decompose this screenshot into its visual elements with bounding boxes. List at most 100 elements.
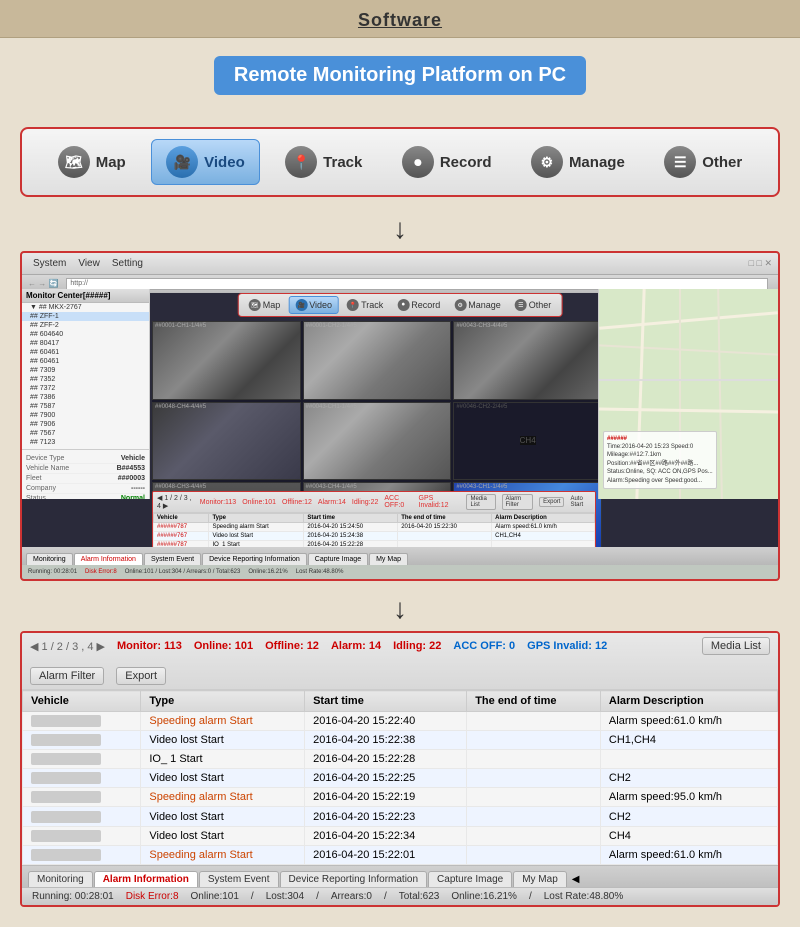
alarm-table-row: ████████████Video lost Start2016-04-20 1… (23, 731, 778, 750)
device-item[interactable]: ## 80417 (22, 339, 149, 348)
alarm-table: Vehicle Type Start time The end of time … (22, 690, 778, 865)
mini-btn-other[interactable]: ☰ Other (509, 296, 558, 314)
status-running: Running: 00:28:01 (32, 891, 114, 902)
alarm-table-row: ████████████Video lost Start2016-04-20 1… (23, 826, 778, 845)
toolbar-btn-manage[interactable]: ⚙ Manage (517, 140, 639, 184)
menu-system[interactable]: System (28, 257, 71, 270)
map-panel: ###### Time:2016-04-20 15:23 Speed:0 Mil… (598, 289, 778, 499)
alarm-table-wrapper: Vehicle Type Start time The end of time … (22, 690, 778, 865)
export-button[interactable]: Export (116, 667, 166, 685)
device-item[interactable]: ## 7352 (22, 375, 149, 384)
tab-alarm-info[interactable]: Alarm Information (74, 553, 143, 565)
video-cell-6[interactable]: CH4 ##0046-CH2-2/4#5 (453, 402, 602, 481)
alarm-end-cell (467, 807, 601, 826)
video-cell-2[interactable]: ##0001-CH2-1/4#5 (303, 321, 452, 400)
software-title[interactable]: Software (358, 10, 442, 30)
device-item[interactable]: ## ZFF-1 (22, 312, 149, 321)
alarm-vehicle-cell: ████████████ (23, 788, 141, 807)
alarm-end-cell (467, 826, 601, 845)
video-cell-1[interactable]: ##0001-CH1-1/4#5 (152, 321, 301, 400)
alarm-vehicle-cell: ████████████ (23, 769, 141, 788)
mini-manage-icon: ⚙ (454, 299, 466, 311)
video-cell-3[interactable]: ##0043-CH3-4/4#5 (453, 321, 602, 400)
stat-alarm: Alarm: 14 (331, 640, 381, 652)
mini-video-icon: 🎥 (295, 299, 307, 311)
col-end: The end of time (467, 691, 601, 712)
toolbar-label-map: Map (96, 154, 126, 171)
status-lost-val: Lost:304 (266, 891, 304, 902)
alarm-table-row: ████████████Speeding alarm Start2016-04-… (23, 788, 778, 807)
tab-monitoring-large[interactable]: Monitoring (28, 871, 93, 887)
tab-my-map[interactable]: My Map (369, 553, 408, 565)
mini-map-icon: 🗺 (249, 299, 261, 311)
alarm-type-cell: Video lost Start (141, 826, 305, 845)
toolbar-btn-track[interactable]: 📍 Track (271, 140, 376, 184)
tab-device-reporting[interactable]: Device Reporting Information (202, 553, 307, 565)
mini-btn-map[interactable]: 🗺 Map (243, 296, 287, 314)
alarm-end-cell (467, 712, 601, 731)
toolbar-btn-video[interactable]: 🎥 Video (151, 139, 260, 185)
tab-system-event[interactable]: System Event (144, 553, 201, 565)
video-cell-4[interactable]: ##0048-CH4-4/4#5 (152, 402, 301, 481)
tab-system-event-large[interactable]: System Event (199, 871, 279, 887)
video-thumb-2 (304, 322, 451, 399)
mini-btn-record[interactable]: ⏺ Record (391, 296, 446, 314)
content-area: Remote Monitoring Platform on PC 🗺 Map 🎥… (0, 38, 800, 927)
device-item[interactable]: ## ZFF-2 (22, 321, 149, 330)
subtitle-box: Remote Monitoring Platform on PC (214, 56, 586, 95)
alarm-end-cell (467, 788, 601, 807)
toolbar-btn-record[interactable]: ⏺ Record (388, 140, 506, 184)
alarm-filter-button[interactable]: Alarm Filter (30, 667, 104, 685)
tab-my-map-large[interactable]: My Map (513, 871, 567, 887)
toolbar-btn-map[interactable]: 🗺 Map (44, 140, 140, 184)
video-cell-5[interactable]: ##0043-CH1-1/4#5 (303, 402, 452, 481)
stat-idling: Idling: 22 (393, 640, 441, 652)
tab-alarm-information-large[interactable]: Alarm Information (94, 871, 198, 887)
device-item[interactable]: ## 7372 (22, 384, 149, 393)
device-item[interactable]: ## 60461 (22, 357, 149, 366)
status-lost-rate: Lost Rate:48.80% (544, 891, 624, 902)
device-item[interactable]: ▼ ## MKX-2767 (22, 303, 149, 312)
device-item[interactable]: ## 7567 (22, 429, 149, 438)
mini-btn-manage[interactable]: ⚙ Manage (448, 296, 507, 314)
menu-view[interactable]: View (73, 257, 105, 270)
alarm-desc-cell (600, 750, 777, 769)
device-item[interactable]: ## 7906 (22, 420, 149, 429)
screenshot-panel: System View Setting □ □ ✕ ← → 🔄 http:// … (20, 251, 780, 581)
mini-func-toolbar: 🗺 Map 🎥 Video 📍 Track ⏺ Record ⚙ Manage … (238, 293, 563, 317)
device-item[interactable]: ## 60461 (22, 348, 149, 357)
device-item[interactable]: ## 7309 (22, 366, 149, 375)
media-list-button[interactable]: Media List (702, 637, 770, 655)
tab-capture-image-large[interactable]: Capture Image (428, 871, 512, 887)
alarm-vehicle-cell: ████████████ (23, 731, 141, 750)
alarm-desc-cell: CH2 (600, 769, 777, 788)
device-item[interactable]: ## 7900 (22, 411, 149, 420)
mini-btn-track[interactable]: 📍 Track (341, 296, 389, 314)
device-item[interactable]: ## 7587 (22, 402, 149, 411)
alarm-bottom-tabs: Monitoring Alarm Information System Even… (22, 865, 778, 887)
device-item[interactable]: ## 7123 (22, 438, 149, 447)
alarm-start-cell: 2016-04-20 15:22:28 (305, 750, 467, 769)
mini-menu-bar: System View Setting □ □ ✕ (22, 253, 778, 275)
video-icon: 🎥 (166, 146, 198, 178)
subtitle-wrapper: Remote Monitoring Platform on PC (20, 56, 780, 113)
tab-device-reporting-large[interactable]: Device Reporting Information (280, 871, 428, 887)
video-thumb-4 (153, 403, 300, 480)
tab-monitoring[interactable]: Monitoring (26, 553, 73, 565)
alarm-table-row: ████████████Speeding alarm Start2016-04-… (23, 845, 778, 864)
menu-setting[interactable]: Setting (107, 257, 148, 270)
alarm-end-cell (467, 769, 601, 788)
alarm-end-cell (467, 750, 601, 769)
mini-btn-video[interactable]: 🎥 Video (288, 296, 339, 314)
toolbar-label-track: Track (323, 154, 362, 171)
status-bar: Running: 00:28:01 Disk Error:8 Online:10… (22, 887, 778, 905)
tab-capture[interactable]: Capture Image (308, 553, 368, 565)
alarm-table-row: ████████████Video lost Start2016-04-20 1… (23, 769, 778, 788)
left-device-panel: Monitor Center[#####] ▼ ## MKX-2767 ## Z… (22, 289, 150, 499)
stat-acc-off: ACC OFF: 0 (453, 640, 515, 652)
toolbar-btn-other[interactable]: ☰ Other (650, 140, 756, 184)
mini-other-icon: ☰ (515, 299, 527, 311)
device-item[interactable]: ## 604640 (22, 330, 149, 339)
status-disk-error: Disk Error:8 (126, 891, 179, 902)
device-item[interactable]: ## 7386 (22, 393, 149, 402)
